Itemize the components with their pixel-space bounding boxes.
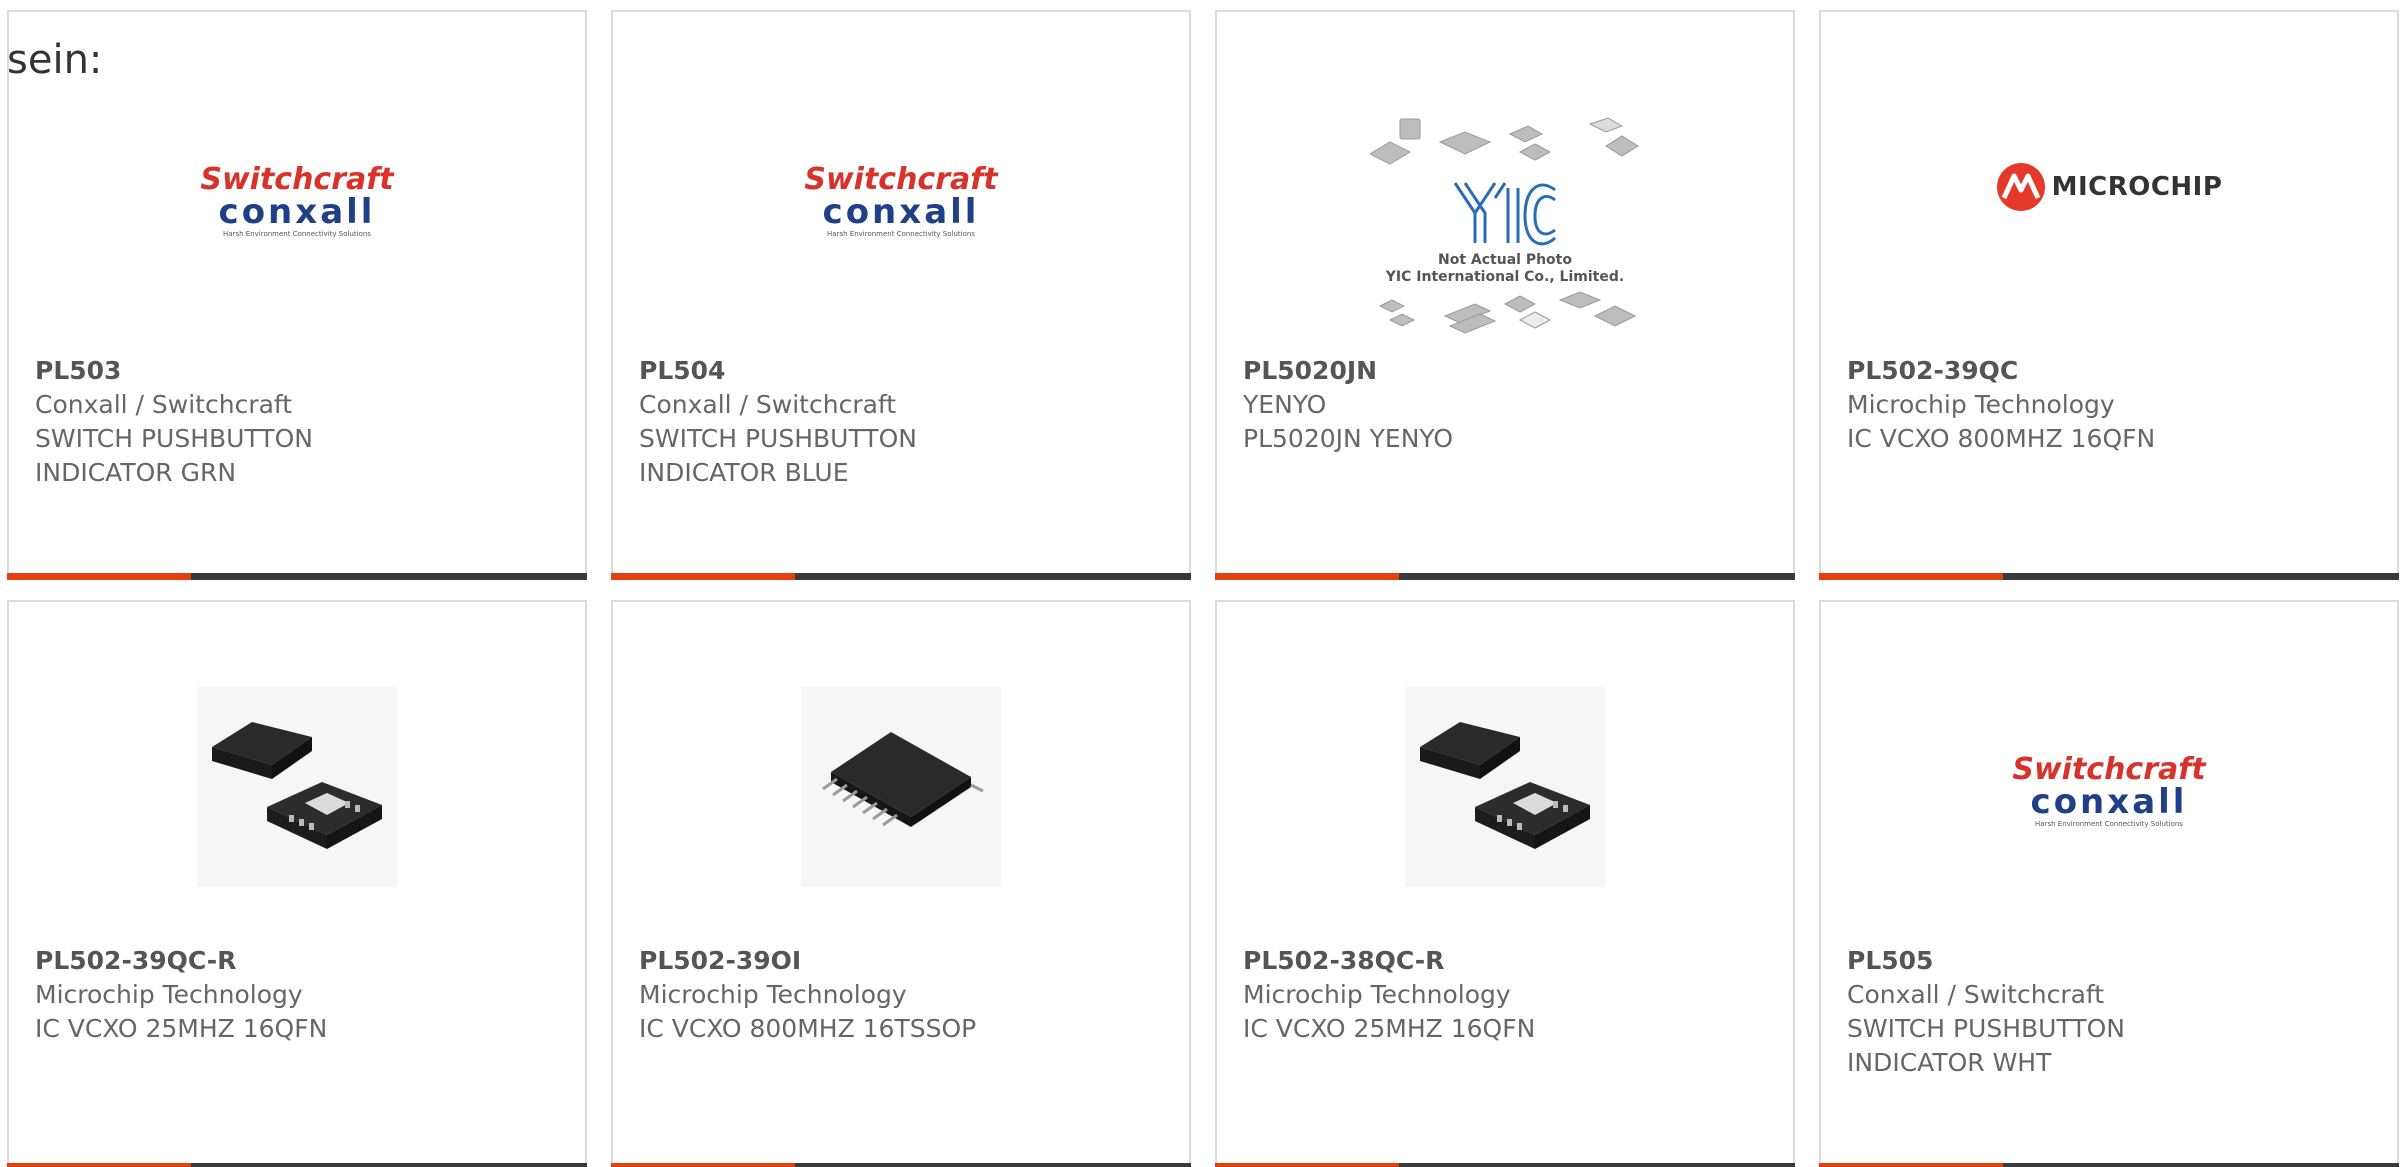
yic-logo-icon	[1453, 182, 1557, 246]
product-info: PL5020JN YENYO PL5020JN YENYO	[1243, 354, 1773, 456]
product-card-pl503[interactable]: Switchcraft conxall Harsh Environment Co…	[7, 10, 587, 580]
manufacturer: Microchip Technology	[639, 980, 907, 1009]
product-card-pl502-38qc-r[interactable]: PL502-38QC-R Microchip Technology IC VCX…	[1215, 600, 1795, 1167]
product-info: PL502-38QC-R Microchip Technology IC VCX…	[1243, 944, 1773, 1046]
card-bottom-bar	[1215, 573, 1795, 580]
part-number[interactable]: PL502-39QC-R	[35, 944, 565, 978]
product-info: PL505 Conxall / Switchcraft SWITCH PUSHB…	[1847, 944, 2377, 1080]
manufacturer: Conxall / Switchcraft	[1847, 980, 2105, 1009]
product-info: PL503 Conxall / Switchcraft SWITCH PUSHB…	[35, 354, 565, 490]
card-bottom-bar	[1819, 573, 2399, 580]
description-line-1: SWITCH PUSHBUTTON	[1847, 1014, 2125, 1043]
card-accent	[7, 1163, 191, 1167]
tssop-chip-photo	[801, 687, 1001, 887]
card-accent	[1819, 1163, 2003, 1167]
card-bottom-bar	[1819, 1163, 2399, 1167]
intro-text: sein:	[7, 37, 103, 83]
switchcraft-conxall-logo: Switchcraft conxall Harsh Environment Co…	[2012, 752, 2206, 829]
switchcraft-conxall-logo: Switchcraft conxall Harsh Environment Co…	[200, 162, 394, 239]
product-image: MICROCHIP	[1821, 57, 2397, 317]
card-accent	[1215, 573, 1399, 580]
description-line-1: IC VCXO 25MHZ 16QFN	[1243, 1014, 1536, 1043]
card-bottom-bar	[611, 573, 1191, 580]
card-bottom-bar	[7, 1163, 587, 1167]
manufacturer: Microchip Technology	[35, 980, 303, 1009]
part-number[interactable]: PL502-39OI	[639, 944, 1169, 978]
card-bottom-bar	[7, 573, 587, 580]
product-image: Switchcraft conxall Harsh Environment Co…	[613, 72, 1189, 332]
chip-collage-icon	[1368, 117, 1639, 165]
qfn-chip-photo	[1405, 687, 1605, 887]
part-number[interactable]: PL504	[639, 354, 1169, 388]
yic-placeholder-image: Not Actual Photo YIC International Co., …	[1368, 114, 1640, 340]
description-line-2: INDICATOR GRN	[35, 458, 237, 487]
product-image	[1217, 657, 1793, 917]
part-number[interactable]: PL505	[1847, 944, 2377, 978]
product-card-pl502-39qc[interactable]: MICROCHIP PL502-39QC Microchip Technolog…	[1819, 10, 2399, 580]
product-info: PL502-39OI Microchip Technology IC VCXO …	[639, 944, 1169, 1046]
description-line-1: SWITCH PUSHBUTTON	[35, 424, 313, 453]
product-card-pl505[interactable]: Switchcraft conxall Harsh Environment Co…	[1819, 600, 2399, 1167]
manufacturer: Microchip Technology	[1847, 390, 2115, 419]
manufacturer: Microchip Technology	[1243, 980, 1511, 1009]
product-card-pl502-39oi[interactable]: PL502-39OI Microchip Technology IC VCXO …	[611, 600, 1191, 1167]
part-number[interactable]: PL502-38QC-R	[1243, 944, 1773, 978]
microchip-logo-icon	[1996, 163, 2045, 211]
product-image: Switchcraft conxall Harsh Environment Co…	[9, 72, 585, 332]
description-line-1: PL5020JN YENYO	[1243, 424, 1453, 453]
manufacturer: Conxall / Switchcraft	[639, 390, 897, 419]
qfn-chip-photo	[197, 687, 397, 887]
product-card-pl504[interactable]: Switchcraft conxall Harsh Environment Co…	[611, 10, 1191, 580]
description-line-1: IC VCXO 800MHZ 16QFN	[1847, 424, 2156, 453]
description-line-2: INDICATOR WHT	[1847, 1048, 2052, 1077]
part-number[interactable]: PL502-39QC	[1847, 354, 2377, 388]
product-card-pl5020jn[interactable]: Not Actual Photo YIC International Co., …	[1215, 10, 1795, 580]
product-card-pl502-39qc-r[interactable]: PL502-39QC-R Microchip Technology IC VCX…	[7, 600, 587, 1167]
product-info: PL502-39QC Microchip Technology IC VCXO …	[1847, 354, 2377, 456]
card-accent	[1819, 573, 2003, 580]
manufacturer: YENYO	[1243, 390, 1327, 419]
card-accent	[611, 1163, 795, 1167]
microchip-logo: MICROCHIP	[1996, 162, 2223, 212]
chip-collage-icon	[1378, 291, 1637, 334]
product-info: PL502-39QC-R Microchip Technology IC VCX…	[35, 944, 565, 1046]
product-image: Switchcraft conxall Harsh Environment Co…	[1821, 662, 2397, 922]
product-image: Not Actual Photo YIC International Co., …	[1217, 97, 1793, 357]
switchcraft-conxall-logo: Switchcraft conxall Harsh Environment Co…	[804, 162, 998, 239]
description-line-1: IC VCXO 800MHZ 16TSSOP	[639, 1014, 977, 1043]
manufacturer: Conxall / Switchcraft	[35, 390, 293, 419]
card-bottom-bar	[1215, 1163, 1795, 1167]
card-accent	[1215, 1163, 1399, 1167]
card-accent	[7, 573, 191, 580]
product-image	[9, 657, 585, 917]
part-number[interactable]: PL5020JN	[1243, 354, 1773, 388]
description-line-1: SWITCH PUSHBUTTON	[639, 424, 917, 453]
product-info: PL504 Conxall / Switchcraft SWITCH PUSHB…	[639, 354, 1169, 490]
product-image	[613, 657, 1189, 917]
description-line-2: INDICATOR BLUE	[639, 458, 849, 487]
card-accent	[611, 573, 795, 580]
card-bottom-bar	[611, 1163, 1191, 1167]
description-line-1: IC VCXO 25MHZ 16QFN	[35, 1014, 328, 1043]
part-number[interactable]: PL503	[35, 354, 565, 388]
product-grid-page: sein: Switchcraft conxall Harsh Environm…	[0, 0, 2400, 1167]
